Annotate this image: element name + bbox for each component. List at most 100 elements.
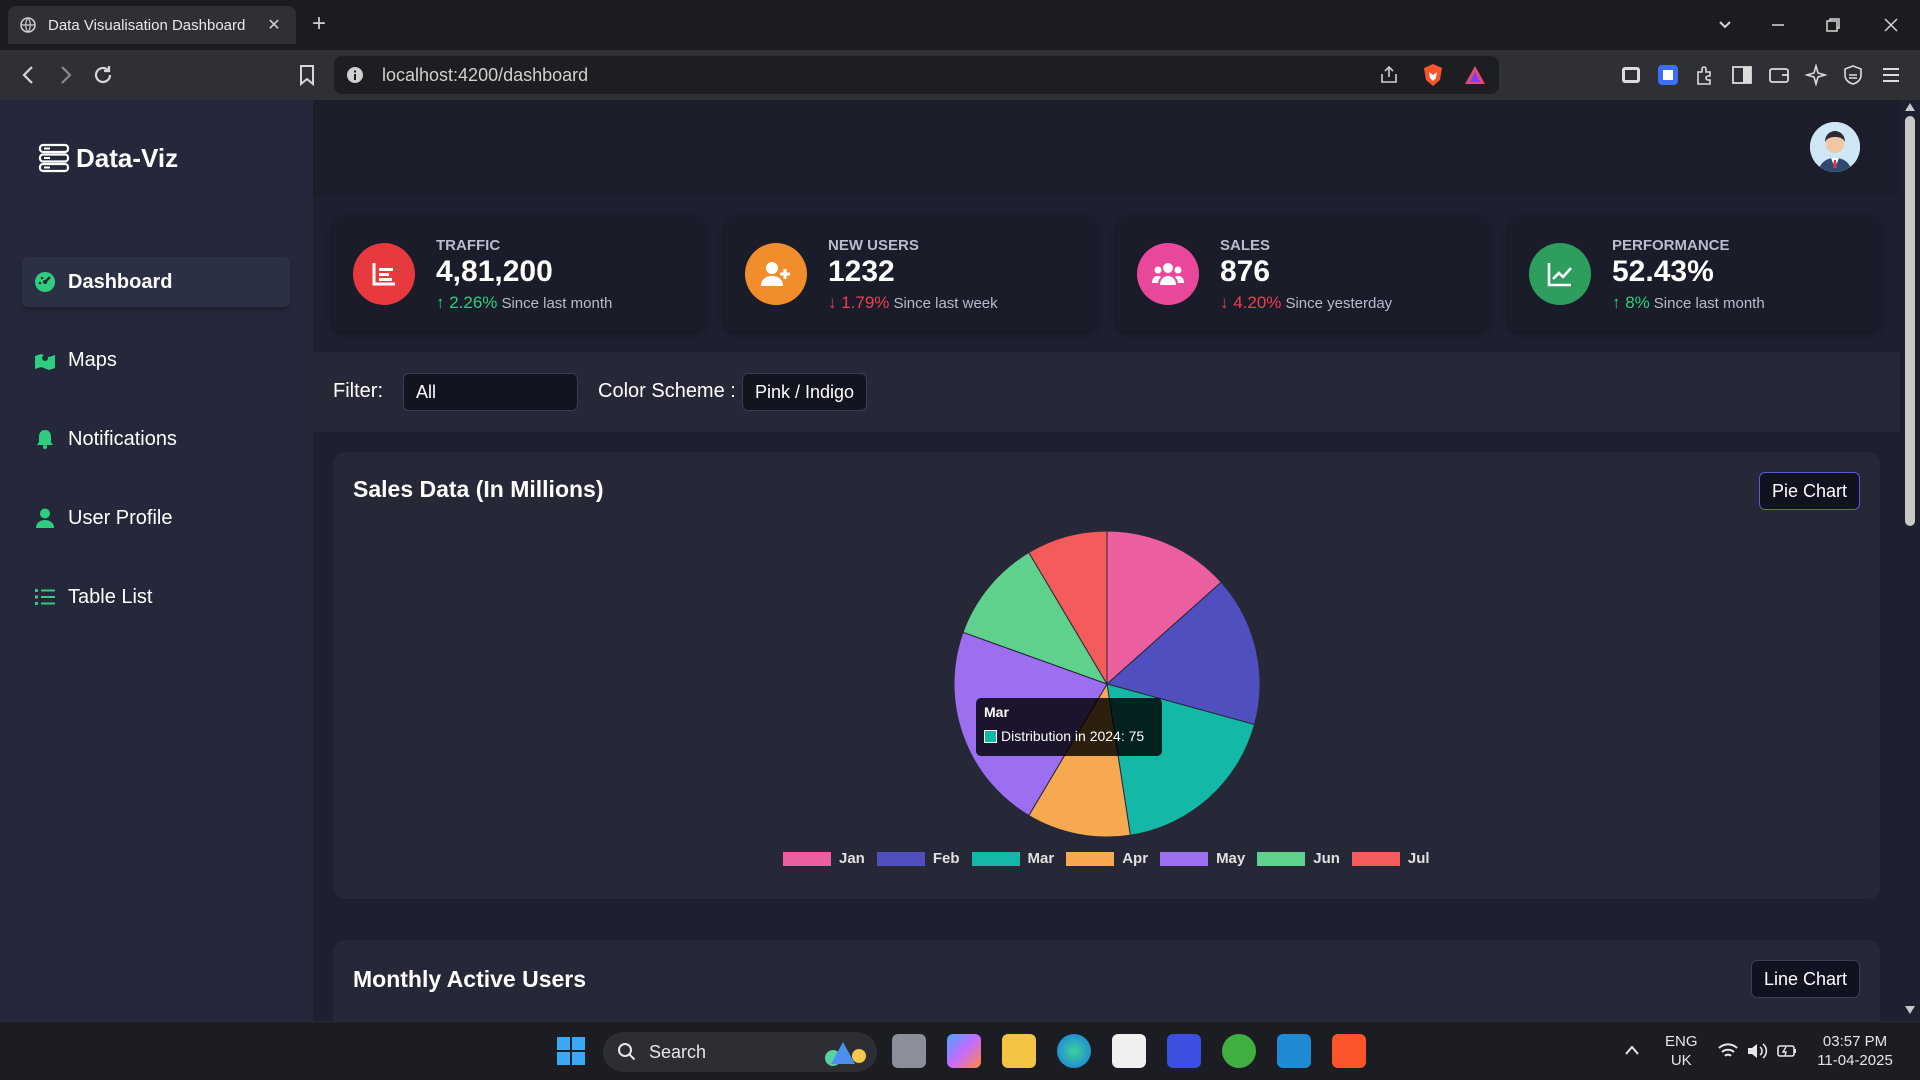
stat-since: Since last month bbox=[501, 295, 613, 312]
bookmark-icon[interactable] bbox=[294, 62, 320, 88]
legend-item-jan[interactable]: Jan bbox=[783, 850, 865, 867]
page-scrollbar[interactable] bbox=[1900, 100, 1920, 1021]
minimize-icon[interactable] bbox=[1769, 16, 1787, 34]
stat-change: ↑ 2.26% Since last month bbox=[436, 293, 612, 313]
stat-change-value: ↓ 4.20% bbox=[1220, 293, 1282, 312]
back-icon[interactable] bbox=[16, 62, 42, 88]
color-scheme-select[interactable]: Pink / Indigo bbox=[742, 373, 868, 411]
share-icon[interactable] bbox=[1378, 64, 1400, 86]
tray-chevron-icon[interactable] bbox=[1624, 1044, 1640, 1056]
avatar[interactable] bbox=[1810, 122, 1860, 172]
taskbar-search[interactable]: Search bbox=[603, 1032, 877, 1072]
stat-since: Since last month bbox=[1653, 295, 1765, 312]
brave-shields-icon[interactable] bbox=[1422, 63, 1444, 87]
clock-date: 11-04-2025 bbox=[1817, 1052, 1893, 1069]
wallet-icon[interactable] bbox=[1768, 64, 1790, 86]
chart-type-button[interactable]: Pie Chart bbox=[1758, 472, 1860, 510]
legend-item-jul[interactable]: Jul bbox=[1351, 850, 1430, 867]
stat-label: PERFORMANCE bbox=[1612, 237, 1730, 254]
legend-item-mar[interactable]: Mar bbox=[971, 850, 1054, 867]
globe-icon bbox=[20, 17, 36, 33]
user-plus-icon bbox=[761, 262, 790, 286]
list-icon bbox=[35, 589, 55, 605]
menu-icon[interactable] bbox=[1880, 64, 1902, 86]
legend-item-may[interactable]: May bbox=[1160, 850, 1245, 867]
sidebar-item-notifications[interactable]: Notifications bbox=[22, 414, 290, 464]
user-icon bbox=[36, 508, 54, 528]
reload-icon[interactable] bbox=[90, 62, 116, 88]
side-panel-icon[interactable] bbox=[1731, 64, 1753, 86]
window-close-icon[interactable] bbox=[1882, 16, 1900, 34]
search-label: Search bbox=[649, 1041, 707, 1062]
sidebar-panel-icon[interactable] bbox=[1620, 64, 1642, 86]
chart-type-button[interactable]: Line Chart bbox=[1750, 960, 1860, 998]
windows-start-icon[interactable] bbox=[556, 1036, 586, 1066]
stat-value: 4,81,200 bbox=[436, 255, 553, 288]
translate-extension-icon[interactable] bbox=[1657, 64, 1679, 86]
file-explorer-icon[interactable] bbox=[1002, 1034, 1036, 1068]
stat-change: ↓ 4.20% Since yesterday bbox=[1220, 293, 1392, 313]
stat-icon-circle bbox=[1137, 243, 1199, 305]
brave-icon[interactable] bbox=[1332, 1034, 1366, 1068]
sidebar-item-user-profile[interactable]: User Profile bbox=[22, 493, 290, 543]
legend-item-apr[interactable]: Apr bbox=[1066, 850, 1148, 867]
vpn-shield-icon[interactable] bbox=[1842, 64, 1864, 86]
forward-icon[interactable] bbox=[52, 62, 78, 88]
brave-rewards-icon[interactable] bbox=[1464, 65, 1486, 85]
stat-change-value: ↓ 1.79% bbox=[828, 293, 890, 312]
stat-change-value: ↑ 2.26% bbox=[436, 293, 498, 312]
copilot-icon[interactable] bbox=[947, 1034, 981, 1068]
sidebar-item-dashboard[interactable]: Dashboard bbox=[22, 257, 290, 307]
language-indicator[interactable]: ENG UK bbox=[1665, 1032, 1698, 1070]
app-icon[interactable] bbox=[1167, 1034, 1201, 1068]
stat-change-value: ↑ 8% bbox=[1612, 293, 1650, 312]
store-icon[interactable] bbox=[1112, 1034, 1146, 1068]
search-highlight-icon bbox=[825, 1042, 866, 1066]
tab-search-chevron-icon[interactable] bbox=[1716, 16, 1734, 34]
scroll-down-icon[interactable] bbox=[1905, 1006, 1915, 1014]
extensions-icon[interactable] bbox=[1694, 64, 1716, 86]
leo-ai-icon[interactable] bbox=[1805, 64, 1827, 86]
card-title: Monthly Active Users bbox=[353, 966, 587, 992]
stat-label: NEW USERS bbox=[828, 237, 919, 254]
legend-label: Jan bbox=[839, 850, 865, 867]
filter-label: Filter: bbox=[333, 380, 383, 402]
sidebar-item-label: Dashboard bbox=[68, 270, 173, 293]
tooltip-title: Mar bbox=[984, 704, 1009, 720]
stat-change: ↑ 8% Since last month bbox=[1612, 293, 1765, 313]
card-title: Sales Data (In Millions) bbox=[353, 476, 604, 502]
filter-select[interactable]: All bbox=[403, 373, 578, 411]
lang-top: ENG bbox=[1665, 1033, 1698, 1050]
xbox-icon[interactable] bbox=[1222, 1034, 1256, 1068]
site-info-icon[interactable] bbox=[346, 66, 364, 84]
vscode-icon[interactable] bbox=[1277, 1034, 1311, 1068]
tooltip-row: Distribution in 2024: 75 bbox=[984, 728, 1154, 744]
legend-item-jun[interactable]: Jun bbox=[1257, 850, 1340, 867]
sidebar-item-label: Maps bbox=[68, 348, 117, 371]
dashboard-icon bbox=[35, 272, 55, 292]
url-text[interactable]: localhost:4200/dashboard bbox=[382, 65, 588, 86]
edge-icon[interactable] bbox=[1057, 1034, 1091, 1068]
task-view-icon[interactable] bbox=[892, 1034, 926, 1068]
clock-time: 03:57 PM bbox=[1822, 1033, 1888, 1050]
bell-icon bbox=[37, 430, 53, 449]
volume-icon[interactable] bbox=[1746, 1040, 1768, 1062]
browser-tab[interactable]: Data Visualisation Dashboard ✕ bbox=[8, 6, 296, 44]
legend-swatch bbox=[876, 851, 925, 866]
scrollbar-thumb[interactable] bbox=[1905, 116, 1915, 526]
tooltip-label: Distribution in 2024: 75 bbox=[1001, 728, 1145, 744]
clock[interactable]: 03:57 PM 11-04-2025 bbox=[1815, 1032, 1895, 1070]
legend-item-feb[interactable]: Feb bbox=[876, 850, 960, 867]
new-tab-button[interactable]: + bbox=[312, 12, 326, 36]
stat-label: TRAFFIC bbox=[436, 237, 501, 254]
wifi-icon[interactable] bbox=[1717, 1040, 1739, 1062]
sidebar-item-table-list[interactable]: Table List bbox=[22, 572, 290, 622]
map-icon bbox=[35, 354, 55, 370]
tab-close-icon[interactable]: ✕ bbox=[264, 15, 284, 35]
battery-icon[interactable] bbox=[1776, 1040, 1798, 1062]
scroll-up-icon[interactable] bbox=[1905, 103, 1915, 111]
address-bar[interactable]: localhost:4200/dashboard bbox=[334, 56, 1499, 94]
sidebar-item-maps[interactable]: Maps bbox=[22, 335, 290, 385]
brand[interactable]: Data-Viz bbox=[38, 142, 178, 174]
restore-icon[interactable] bbox=[1824, 16, 1842, 34]
